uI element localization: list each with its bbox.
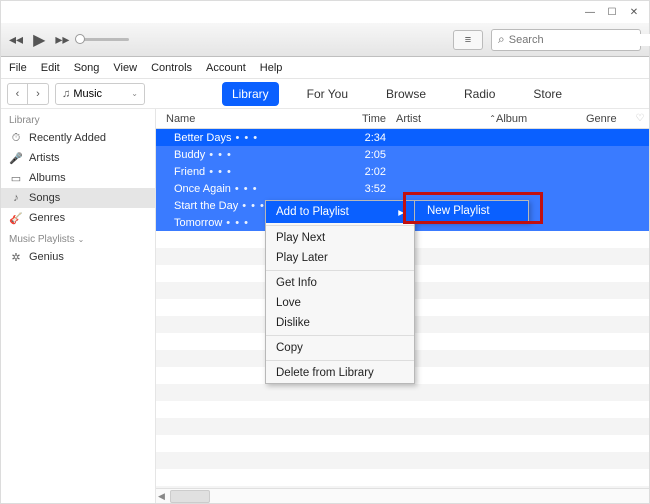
menu-file[interactable]: File <box>9 62 27 74</box>
more-icon[interactable]: • • • <box>209 149 232 161</box>
tab-library[interactable]: Library <box>222 82 279 106</box>
menu-help[interactable]: Help <box>260 62 283 74</box>
song-name: Start the Day <box>174 200 238 212</box>
sort-arrow-icon: ⌃ <box>489 114 496 123</box>
clock-icon: ⏱ <box>9 132 23 145</box>
separator <box>266 225 414 226</box>
submenu-new-playlist[interactable]: New Playlist <box>415 201 528 221</box>
song-name: Buddy <box>174 149 205 161</box>
context-get-info[interactable]: Get Info <box>266 273 414 293</box>
context-submenu: New Playlist <box>414 200 529 222</box>
table-row <box>156 435 649 452</box>
sidebar-item-genius[interactable]: ✲Genius <box>1 247 155 267</box>
fast-forward-button[interactable]: ▸▸ <box>55 31 69 48</box>
menu-controls[interactable]: Controls <box>151 62 192 74</box>
sidebar-item-albums[interactable]: ▭Albums <box>1 168 155 188</box>
table-row[interactable]: Better Days • • • 2:34 <box>156 129 649 146</box>
tab-radio[interactable]: Radio <box>454 82 505 106</box>
context-delete[interactable]: Delete from Library <box>266 363 414 383</box>
song-time: 2:05 <box>346 149 396 161</box>
tab-browse[interactable]: Browse <box>376 82 436 106</box>
context-love[interactable]: Love <box>266 293 414 313</box>
table-row[interactable]: Once Again • • • 3:52 <box>156 180 649 197</box>
rewind-button[interactable]: ◂◂ <box>9 31 23 48</box>
song-name: Once Again <box>174 183 231 195</box>
table-row <box>156 469 649 486</box>
context-play-next[interactable]: Play Next <box>266 228 414 248</box>
sidebar-head-playlists[interactable]: Music Playlists⌄ <box>1 228 155 247</box>
context-menu: Add to Playlist ▸ Play Next Play Later G… <box>265 200 415 384</box>
song-time: 2:34 <box>346 132 396 144</box>
column-artist[interactable]: Artist⌃ <box>396 113 496 125</box>
table-row[interactable]: Friend • • • 2:02 <box>156 163 649 180</box>
column-name[interactable]: Name <box>156 113 346 125</box>
maximize-button[interactable]: ☐ <box>605 5 619 19</box>
search-input[interactable]: ⌕ <box>491 29 641 51</box>
up-next-button[interactable]: ≡ <box>453 30 483 50</box>
play-button[interactable]: ▶ <box>33 30 45 50</box>
nav-back-button[interactable]: ‹ <box>8 84 28 104</box>
separator <box>266 270 414 271</box>
album-icon: ▭ <box>9 172 23 185</box>
minimize-button[interactable]: — <box>583 5 597 19</box>
sidebar-item-songs[interactable]: ♪Songs <box>1 188 155 208</box>
column-genre[interactable]: Genre <box>586 113 631 125</box>
volume-slider[interactable] <box>79 38 129 41</box>
chevron-down-icon: ⌄ <box>78 235 85 244</box>
separator <box>266 335 414 336</box>
column-album[interactable]: Album <box>496 113 586 125</box>
column-love[interactable]: ♡ <box>631 113 649 124</box>
search-field[interactable] <box>509 34 650 46</box>
tab-for-you[interactable]: For You <box>297 82 358 106</box>
more-icon[interactable]: • • • <box>209 166 232 178</box>
context-add-to-playlist[interactable]: Add to Playlist ▸ <box>266 201 414 223</box>
song-name: Tomorrow <box>174 217 222 229</box>
horizontal-scrollbar[interactable]: ◀ <box>156 488 649 503</box>
nav-forward-button[interactable]: › <box>28 84 48 104</box>
context-play-later[interactable]: Play Later <box>266 248 414 268</box>
sidebar-item-artists[interactable]: 🎤Artists <box>1 148 155 168</box>
table-row <box>156 418 649 435</box>
search-icon: ⌕ <box>498 32 505 47</box>
menu-song[interactable]: Song <box>74 62 100 74</box>
chevron-down-icon: ⌄ <box>131 89 138 98</box>
menu-edit[interactable]: Edit <box>41 62 60 74</box>
column-time[interactable]: Time <box>346 113 396 125</box>
submenu-arrow-icon: ▸ <box>398 205 404 219</box>
sidebar-item-recently-added[interactable]: ⏱Recently Added <box>1 128 155 148</box>
more-icon[interactable]: • • • <box>242 200 265 212</box>
song-name: Friend <box>174 166 205 178</box>
tab-store[interactable]: Store <box>523 82 572 106</box>
table-row <box>156 384 649 401</box>
close-button[interactable]: ✕ <box>627 5 641 19</box>
menu-account[interactable]: Account <box>206 62 246 74</box>
mic-icon: 🎤 <box>9 152 23 165</box>
guitar-icon: 🎸 <box>9 212 23 225</box>
context-copy[interactable]: Copy <box>266 338 414 358</box>
song-time: 2:02 <box>346 166 396 178</box>
more-icon[interactable]: • • • <box>226 217 249 229</box>
genius-icon: ✲ <box>9 251 23 264</box>
note-icon: ♪ <box>9 192 23 204</box>
table-row <box>156 452 649 469</box>
song-name: Better Days <box>174 132 231 144</box>
more-icon[interactable]: • • • <box>235 132 258 144</box>
table-row <box>156 401 649 418</box>
sidebar-item-genres[interactable]: 🎸Genres <box>1 208 155 228</box>
menu-view[interactable]: View <box>113 62 137 74</box>
song-time: 3:52 <box>346 183 396 195</box>
menubar: File Edit Song View Controls Account Hel… <box>1 57 649 79</box>
more-icon[interactable]: • • • <box>235 183 258 195</box>
table-row[interactable]: Buddy • • • 2:05 <box>156 146 649 163</box>
sidebar-head-library: Library <box>1 109 155 128</box>
context-dislike[interactable]: Dislike <box>266 313 414 333</box>
separator <box>266 360 414 361</box>
source-selector[interactable]: ♫ Music ⌄ <box>55 83 145 105</box>
